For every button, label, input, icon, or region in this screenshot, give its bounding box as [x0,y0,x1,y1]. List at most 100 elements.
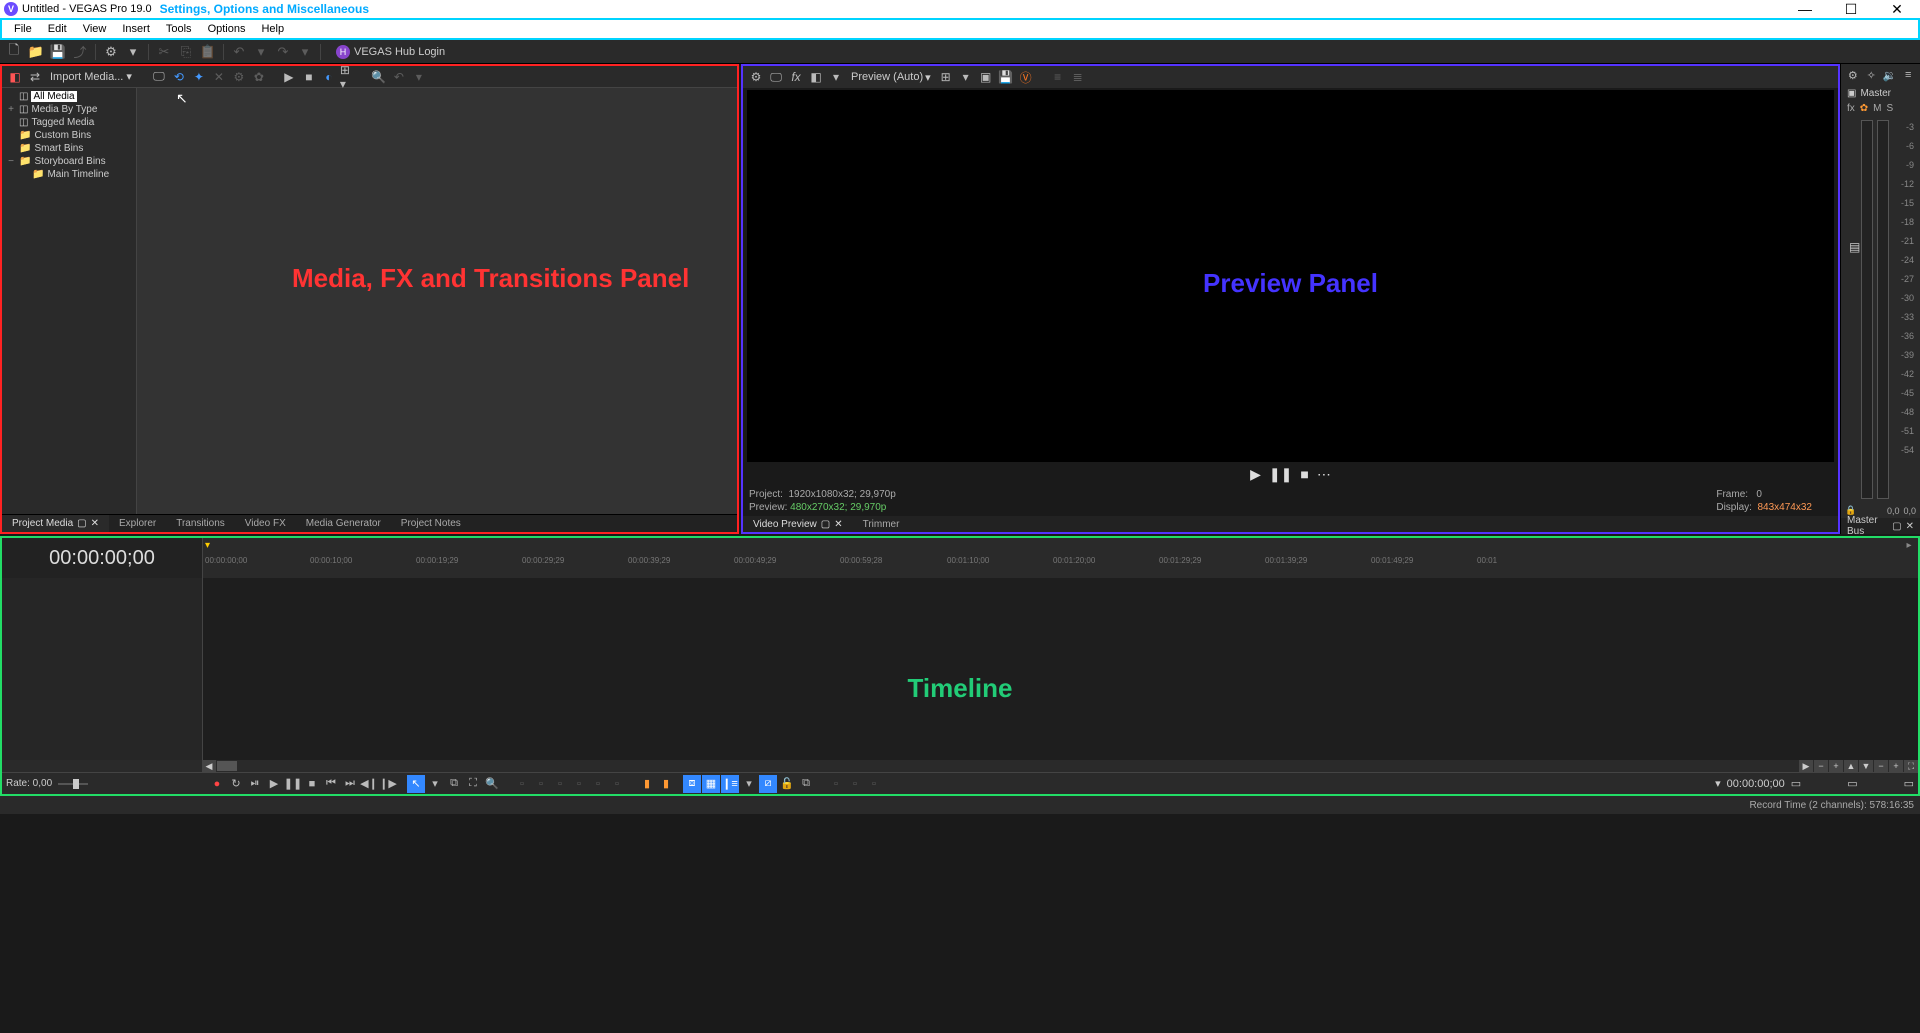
snap-icon[interactable]: ⧈ [683,775,701,793]
record-button[interactable]: ● [208,775,226,793]
preview-on-external-icon[interactable]: 🖵 [767,68,785,86]
views-icon[interactable]: ⊞ ▾ [340,68,358,86]
tree-storyboard-bins[interactable]: −📁Storyboard Bins [4,155,134,168]
preview-stop-button[interactable]: ■ [1300,466,1308,482]
project-media-icon[interactable]: ◧ [6,68,24,86]
scroll-down-icon[interactable]: ▼ [1859,760,1873,772]
media-content-area[interactable]: Media, FX and Transitions Panel [137,88,737,514]
preview-play-button[interactable]: ▶ [1250,466,1261,483]
new-project-icon[interactable]: 🗋 [4,42,24,62]
preview-stop-icon[interactable]: ■ [300,68,318,86]
tab-transitions[interactable]: Transitions [166,515,235,532]
auto-preview-icon[interactable]: ◐ [320,68,338,86]
meter-output-icon[interactable]: ≡ [1901,67,1917,83]
zoom-in-track-icon[interactable]: + [1889,760,1903,772]
timeline-btn-g[interactable]: ▫ [827,775,845,793]
meter-scale[interactable]: ▤ -3 -6 -9 -12 -15 -18 -21 -24 -27 -30 -… [1841,120,1920,499]
menu-file[interactable]: File [6,20,40,38]
timeline-btn-b[interactable]: ▫ [532,775,550,793]
play-button[interactable]: ▶ [265,775,283,793]
maximize-button[interactable]: ☐ [1828,0,1874,18]
menu-view[interactable]: View [75,20,115,38]
timeline-btn-h[interactable]: ▫ [846,775,864,793]
overlays-icon[interactable]: ⊞ [937,68,955,86]
timeline-btn-i[interactable]: ▫ [865,775,883,793]
redo-dropdown-icon[interactable]: ▾ [295,42,315,62]
auto-crossfade-icon[interactable]: ⧄ [759,775,777,793]
snap-dropdown-icon[interactable]: ▾ [740,775,758,793]
import-media-button[interactable]: Import Media... ▾ [46,70,136,83]
search-icon[interactable]: 🔍 [370,68,388,86]
footer-tc-box3-icon[interactable]: ▭ [1904,777,1914,790]
lock-envelopes-icon[interactable]: 🔓 [778,775,796,793]
tab-project-media[interactable]: Project Media▢✕ [2,515,109,532]
undo-dropdown-icon[interactable]: ▾ [251,42,271,62]
footer-tc-box2-icon[interactable]: ▭ [1847,777,1857,790]
footer-timecode[interactable]: 00:00:00;00 [1727,778,1785,790]
dropdown-icon[interactable]: ▾ [123,42,143,62]
auto-ripple2-icon[interactable]: ▮ [657,775,675,793]
preview-play-icon[interactable]: ▶ [280,68,298,86]
tab-video-fx[interactable]: Video FX [235,515,296,532]
preview-pause-button[interactable]: ❚❚ [1269,466,1292,483]
scroll-thumb[interactable] [217,761,237,771]
tab-video-preview[interactable]: Video Preview▢✕ [743,516,853,532]
timeline-btn-e[interactable]: ▫ [589,775,607,793]
menu-tools[interactable]: Tools [158,20,200,38]
overlays-dropdown-icon[interactable]: ▾ [957,68,975,86]
tab-trimmer[interactable]: Trimmer [853,516,910,532]
save-snapshot-icon[interactable]: 💾 [997,68,1015,86]
meter-io-icon[interactable]: ▣ [1847,88,1856,99]
scale-video-icon[interactable]: ▣ [977,68,995,86]
copy-snapshot-icon[interactable]: Ⓥ [1017,68,1035,86]
tool-dropdown[interactable]: ▾ [426,775,444,793]
auto-ripple-icon[interactable]: ▮ [638,775,656,793]
zoom-in-time-icon[interactable]: + [1829,760,1843,772]
undo-icon[interactable]: ↶ [229,42,249,62]
scroll-right-icon[interactable]: ▶ [1799,760,1813,772]
next-frame-button[interactable]: ❙▶ [379,775,397,793]
cursor-flag-icon[interactable]: ▾ [1715,777,1721,790]
loop-button[interactable]: ↻ [227,775,245,793]
save-project-icon[interactable]: 💾 [48,42,68,62]
snap-markers-icon[interactable]: ❙≡ [721,775,739,793]
preview-quality-button[interactable]: Preview (Auto)▾ [847,71,935,84]
magnify-tool-icon[interactable]: 🔍 [483,775,501,793]
paste-icon[interactable]: 📋 [198,42,218,62]
zoom-tool-icon[interactable]: ⛶ [464,775,482,793]
tab-master-bus[interactable]: Master Bus▢✕ [1841,518,1920,534]
remove-media-icon[interactable]: ✕ [210,68,228,86]
get-media-icon[interactable]: ⟲ [170,68,188,86]
media-fx-icon[interactable]: ✿ [250,68,268,86]
ignore-group-icon[interactable]: ⧉ [797,775,815,793]
split-screen-dropdown-icon[interactable]: ▾ [827,68,845,86]
preview-video-area[interactable]: Preview Panel [747,90,1834,462]
cut-icon[interactable]: ✂ [154,42,174,62]
tree-smart-bins[interactable]: 📁Smart Bins [4,142,134,155]
media-properties-icon[interactable]: ⚙ [230,68,248,86]
meter-fx-icon[interactable]: fx [1847,103,1855,114]
scroll-left-icon[interactable]: ◀ [202,760,216,772]
menu-options[interactable]: Options [200,20,254,38]
media-tree-icon[interactable]: ⇄ [26,68,44,86]
split-screen-icon[interactable]: ◧ [807,68,825,86]
minimize-button[interactable]: — [1782,0,1828,18]
tree-media-by-type[interactable]: +◫Media By Type [4,103,134,116]
play-from-start-button[interactable]: ⏯ [246,775,264,793]
meter-dim-icon[interactable]: ✧ [1864,67,1880,83]
get-photo-icon[interactable]: ✦ [190,68,208,86]
menu-edit[interactable]: Edit [40,20,75,38]
video-output-fx-icon[interactable]: fx [787,68,805,86]
timeline-btn-a[interactable]: ▫ [513,775,531,793]
timeline-tracks-area[interactable] [202,578,1918,760]
timeline-track-header-area[interactable] [2,578,202,760]
footer-tc-box-icon[interactable]: ▭ [1791,777,1801,790]
tab-media-generator[interactable]: Media Generator [296,515,391,532]
render-icon[interactable]: ⤴ [70,42,90,62]
capture-video-icon[interactable]: 🖵 [150,68,168,86]
preview-more-button[interactable]: ⋯ [1317,466,1331,483]
quantize-icon[interactable]: ▦ [702,775,720,793]
normal-edit-tool[interactable]: ↖ [407,775,425,793]
timeline-ruler[interactable]: ▾ 00:00:00;00 00:00:10;00 00:00:19;29 00… [202,538,1900,578]
meter-settings-icon[interactable]: ⚙ [1845,67,1861,83]
